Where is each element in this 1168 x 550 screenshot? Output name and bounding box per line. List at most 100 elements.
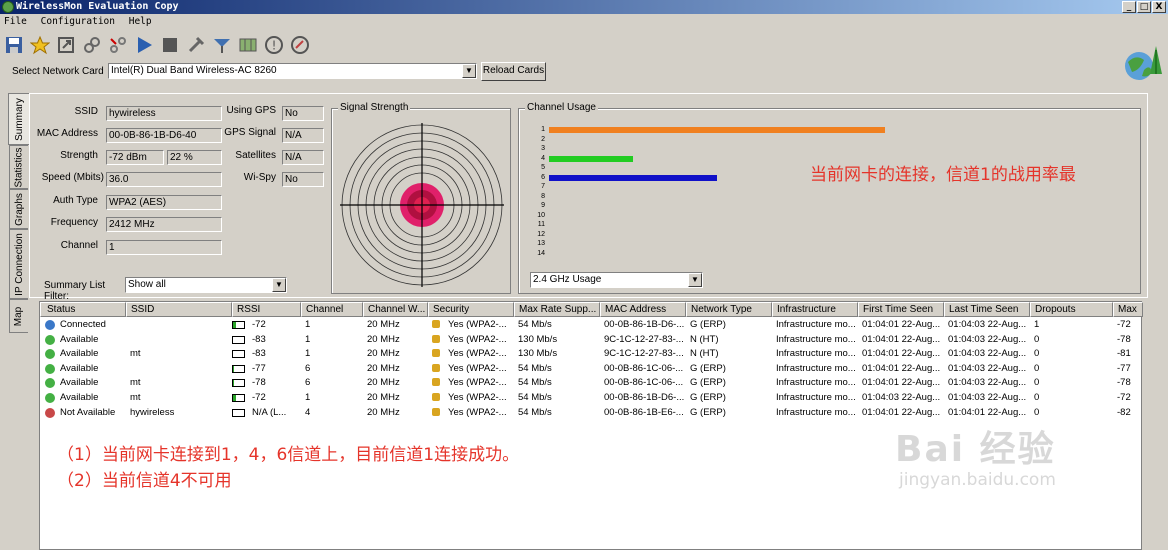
cell-first: 01:04:03 22-Aug...	[862, 392, 941, 403]
column-header-6[interactable]: Max Rate Supp...	[514, 302, 600, 317]
table-row[interactable]: Available -77 6 20 MHz Yes (WPA2-... 54 Mb/s 0…	[40, 362, 1143, 377]
channel-tick-3: 3	[541, 145, 545, 152]
summary-filter-select[interactable]: Show all ▼	[125, 277, 287, 293]
status-text: Connected	[60, 319, 106, 330]
column-header-2[interactable]: RSSI	[232, 302, 301, 317]
table-row[interactable]: Not Available hywireless N/A (L... 4 20 MHz Y…	[40, 406, 1143, 421]
play-icon[interactable]	[132, 33, 156, 57]
cell-infra: Infrastructure mo...	[776, 406, 856, 418]
cell-status: Connected	[40, 318, 126, 332]
cell-sec: Yes (WPA2-...	[428, 391, 514, 405]
menu-bar: File Configuration Help	[0, 14, 1168, 30]
cell-ssid: mt	[130, 348, 141, 360]
close-button[interactable]: X	[1152, 1, 1166, 13]
cell-last: 01:04:03 22-Aug...	[948, 319, 1027, 330]
signal-radar	[340, 123, 504, 287]
frequency-value: 2412 MHz	[106, 217, 222, 232]
export-icon[interactable]	[54, 33, 78, 57]
cell-status: Not Available	[40, 406, 126, 420]
stop-icon[interactable]	[158, 33, 182, 57]
cell-max: -77	[1117, 362, 1131, 374]
tab-graphs[interactable]: Graphs	[9, 189, 28, 229]
strength-value: -72 dBm	[106, 150, 164, 165]
channel-bar-6	[549, 174, 717, 181]
update-icon[interactable]	[288, 33, 312, 57]
table-row[interactable]: Available -83 1 20 MHz Yes (WPA2-... 130 Mb/s…	[40, 333, 1143, 348]
tab-map[interactable]: Map	[9, 299, 28, 333]
menu-help[interactable]: Help	[129, 16, 152, 27]
table-row[interactable]: Available mt -78 6 20 MHz Yes (WPA2-... 54 Mb/…	[40, 376, 1143, 391]
column-header-8[interactable]: Network Type	[686, 302, 772, 317]
column-header-11[interactable]: Last Time Seen	[944, 302, 1030, 317]
rssi-text: -78	[252, 377, 266, 389]
network-card-select[interactable]: Intel(R) Dual Band Wireless-AC 8260 ▼	[108, 63, 477, 79]
cell-sec: Yes (WPA2-...	[428, 362, 514, 376]
menu-configuration[interactable]: Configuration	[41, 16, 115, 27]
chevron-down-icon[interactable]: ▼	[688, 273, 702, 287]
cell-last: 01:04:03 22-Aug...	[948, 362, 1027, 374]
column-header-9[interactable]: Infrastructure	[772, 302, 858, 317]
annotation-line-1: （1）当前网卡连接到1，4，6信道上，目前信道1连接成功。	[57, 445, 520, 465]
column-header-0[interactable]: Status	[40, 302, 126, 317]
cell-type: G (ERP)	[690, 319, 726, 330]
column-header-3[interactable]: Channel	[301, 302, 363, 317]
svg-text:!: !	[272, 39, 277, 53]
chevron-down-icon[interactable]: ▼	[272, 278, 286, 292]
cell-last: 01:04:03 22-Aug...	[948, 333, 1027, 345]
connect-icon[interactable]	[106, 33, 130, 57]
status-icon	[45, 363, 55, 374]
table-row[interactable]: Available mt -72 1 20 MHz Yes (WPA2-... 54 Mb/…	[40, 391, 1143, 406]
lock-icon	[432, 378, 440, 387]
help-icon[interactable]: !	[262, 33, 286, 57]
star-icon[interactable]	[28, 33, 52, 57]
chevron-down-icon[interactable]: ▼	[462, 64, 476, 78]
cell-ssid: hywireless	[130, 406, 175, 418]
lock-icon	[432, 363, 440, 372]
column-header-12[interactable]: Dropouts	[1030, 302, 1113, 317]
status-text: Not Available	[60, 406, 116, 418]
cell-type: N (HT)	[690, 333, 719, 345]
column-header-7[interactable]: MAC Address	[600, 302, 686, 317]
summary-filter-value: Show all	[128, 279, 166, 290]
table-row[interactable]: Connected -72 1 20 MHz Yes (WPA2-... 54 Mb/s 0…	[40, 318, 1143, 333]
menu-file[interactable]: File	[4, 16, 27, 27]
auth-label: Auth Type	[53, 195, 98, 206]
link-icon[interactable]	[80, 33, 104, 57]
channel-tick-6: 6	[541, 173, 545, 181]
signal-strength-group: Signal Strength	[331, 102, 511, 294]
column-header-5[interactable]: Security	[428, 302, 514, 317]
cell-drop: 0	[1034, 406, 1040, 418]
minimize-button[interactable]: _	[1122, 1, 1136, 13]
save-icon[interactable]	[2, 33, 26, 57]
security-text: Yes (WPA2-...	[448, 406, 507, 418]
column-header-1[interactable]: SSID	[126, 302, 232, 317]
status-icon	[45, 320, 55, 330]
tab-statistics[interactable]: Statistics	[9, 145, 28, 189]
maximize-button[interactable]: □	[1137, 1, 1151, 13]
column-header-10[interactable]: First Time Seen	[858, 302, 944, 317]
cell-last: 01:04:03 22-Aug...	[948, 392, 1027, 403]
app-logo	[1122, 44, 1164, 82]
cell-max: -78	[1117, 377, 1131, 389]
ssid-label: SSID	[74, 106, 98, 117]
tab-summary[interactable]: Summary	[8, 93, 29, 145]
table-row[interactable]: Available mt -83 1 20 MHz Yes (WPA2-... 130 Mb…	[40, 347, 1143, 362]
tab-ip-connection[interactable]: IP Connection	[9, 229, 28, 299]
watermark-url: jingyan.baidu.com	[899, 470, 1056, 490]
tools-icon[interactable]	[184, 33, 208, 57]
reload-cards-button[interactable]: Reload Cards	[481, 62, 546, 81]
channel-tick-7: 7	[541, 183, 545, 190]
strength-label: Strength	[60, 150, 98, 161]
lock-icon	[432, 349, 440, 358]
cell-rssi: -83	[232, 333, 301, 347]
cell-first: 01:04:01 22-Aug...	[862, 362, 941, 374]
cell-ch: 6	[305, 362, 311, 374]
security-text: Yes (WPA2-...	[448, 319, 507, 330]
cell-type: G (ERP)	[690, 377, 726, 389]
column-header-13[interactable]: Max	[1113, 302, 1143, 317]
antenna-icon[interactable]	[210, 33, 234, 57]
map-icon[interactable]	[236, 33, 260, 57]
band-select[interactable]: 2.4 GHz Usage ▼	[530, 272, 703, 288]
gps-signal-value: N/A	[282, 128, 324, 143]
column-header-4[interactable]: Channel W...	[363, 302, 428, 317]
